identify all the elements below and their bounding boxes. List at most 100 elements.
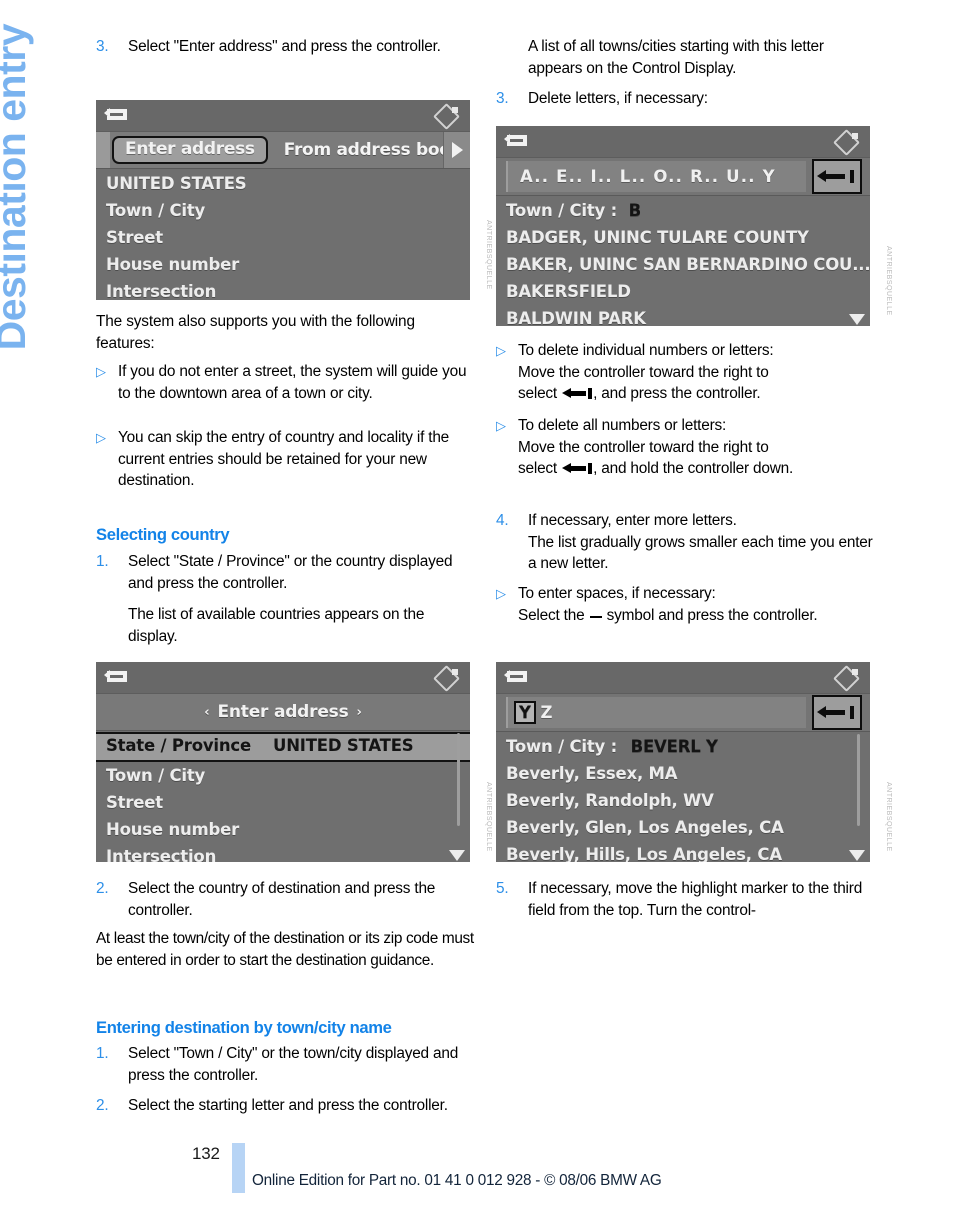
backspace-icon[interactable] — [812, 695, 862, 730]
entry-value: BEVERL Y — [630, 737, 718, 756]
list-item: ▷ To delete all numbers or letters: Move… — [496, 415, 876, 480]
remaining-letters[interactable]: Z — [540, 703, 552, 722]
list-item[interactable]: BALDWIN PARK — [496, 305, 870, 326]
bullet-line-1: To delete all numbers or letters: — [518, 417, 727, 434]
list-item: 1. Select "Town / City" or the town/city… — [96, 1043, 476, 1086]
idrive-cursor-icon — [433, 665, 460, 692]
list-item[interactable]: Town / City — [96, 197, 470, 224]
chevron-left-icon[interactable]: ‹ — [204, 705, 209, 720]
scrollbar[interactable] — [854, 734, 866, 862]
chapter-title: Destination entry — [0, 24, 34, 351]
idrive-screenshot-enter-address: Enter address From address book UNITED S… — [96, 100, 470, 300]
list-item: 1. Select "State / Province" or the coun… — [96, 551, 476, 594]
bullet-line-2-pre: Select the — [518, 606, 589, 624]
page-number: 132 — [192, 1144, 220, 1163]
list-item[interactable]: UNITED STATES — [96, 170, 470, 197]
list-item: ▷ To enter spaces, if necessary: Select … — [496, 583, 876, 626]
step-number: 4. — [496, 512, 509, 529]
list-item[interactable]: Intersection — [96, 843, 470, 862]
list-item[interactable]: Street — [96, 224, 470, 251]
triangle-bullet-icon: ▷ — [96, 430, 106, 445]
list-item[interactable]: Beverly, Randolph, WV — [496, 787, 870, 814]
note-paragraph: At least the town/city of the destinatio… — [96, 930, 474, 969]
idrive-screenshot-letter-list: A.. E.. I.. L.. O.. R.. U.. Y Town / Cit… — [496, 126, 870, 326]
list-item[interactable]: House number — [96, 251, 470, 278]
bullet-text: You can skip the entry of country and lo… — [118, 429, 450, 489]
list-item[interactable]: House number — [96, 816, 470, 843]
menu-list: UNITED STATES Town / City Street House n… — [96, 169, 470, 300]
step-body-text: The list gradually grows smaller each ti… — [528, 533, 873, 573]
scrollbar[interactable] — [454, 733, 466, 862]
entry-field[interactable]: Town / City : BEVERL Y — [496, 733, 870, 760]
list-item: 2. Select the starting letter and press … — [96, 1095, 476, 1117]
image-watermark: ANTRIEBSQUELLE — [485, 782, 492, 852]
section-heading-selecting-country: Selecting country — [96, 525, 230, 544]
triangle-down-icon[interactable] — [849, 314, 865, 325]
list-item[interactable]: BAKER, UNINC SAN BERNARDINO COU... — [496, 251, 870, 278]
list-item[interactable]: Beverly, Essex, MA — [496, 760, 870, 787]
list-item[interactable]: Street — [96, 789, 470, 816]
list-item-highlighted[interactable]: State / Province UNITED STATES — [96, 732, 470, 762]
step-number: 3. — [96, 38, 109, 55]
image-watermark: ANTRIEBSQUELLE — [885, 782, 892, 852]
section-heading-entering-destination: Entering destination by town/city name — [96, 1018, 392, 1037]
list-item[interactable]: BADGER, UNINC TULARE COUNTY — [496, 224, 870, 251]
list-item[interactable]: Town / City — [96, 762, 470, 789]
list-item: 3. Select "Enter address" and press the … — [96, 36, 476, 58]
step-line-1: If necessary, enter more letters. — [528, 512, 737, 529]
status-bar — [496, 126, 870, 158]
list-item[interactable]: Beverly, Hills, Los Angeles, CA — [496, 841, 870, 862]
alphabet-letters[interactable]: YZ — [506, 697, 806, 728]
tab-row: Enter address From address book — [96, 132, 470, 169]
screen-title-row: ‹ Enter address › — [96, 694, 470, 731]
tab-from-address-book[interactable]: From address book — [284, 140, 462, 160]
triangle-down-icon[interactable] — [849, 850, 865, 861]
bullet-text: If you do not enter a street, the system… — [118, 363, 467, 402]
step-text: If necessary, move the highlight marker … — [528, 880, 863, 919]
page-footer: 132 Online Edition for Part no. 01 41 0 … — [0, 1143, 954, 1213]
image-watermark: ANTRIEBSQUELLE — [485, 220, 492, 290]
triangle-down-icon[interactable] — [449, 850, 465, 861]
step-text: Select "Town / City" or the town/city di… — [128, 1045, 459, 1084]
triangle-bullet-icon: ▷ — [96, 364, 106, 379]
step-number: 1. — [96, 1045, 109, 1062]
back-arrow-icon — [504, 132, 530, 150]
backspace-icon[interactable] — [812, 159, 862, 194]
selected-letter[interactable]: Y — [514, 701, 537, 724]
tab-enter-address[interactable]: Enter address — [112, 136, 268, 164]
row-value: UNITED STATES — [273, 736, 414, 755]
idrive-screenshot-state-province: ‹ Enter address › State / Province UNITED… — [96, 662, 470, 862]
back-arrow-icon — [104, 106, 130, 124]
bullet-line-1: To delete individual numbers or letters: — [518, 342, 774, 359]
list-item: 3. Delete letters, if necessary: — [496, 88, 876, 110]
underscore-symbol-icon — [589, 615, 602, 618]
menu-list: State / Province UNITED STATES Town / Cit… — [96, 731, 470, 862]
step-text: Select "State / Province" or the country… — [128, 553, 453, 592]
bullet-text: To delete all numbers or letters: Move t… — [518, 415, 876, 480]
alphabet-letters[interactable]: A.. E.. I.. L.. O.. R.. U.. Y — [506, 161, 806, 192]
results-list: Town / City : B BADGER, UNINC TULARE COU… — [496, 196, 870, 326]
list-item[interactable]: Intersection — [96, 278, 470, 300]
footer-accent-bar — [232, 1143, 245, 1193]
bullet-line-3-pre: select — [518, 385, 562, 402]
status-bar — [496, 662, 870, 694]
triangle-bullet-icon: ▷ — [496, 418, 506, 433]
triangle-right-icon[interactable] — [443, 132, 470, 168]
list-item: 5. If necessary, move the highlight mark… — [496, 878, 876, 921]
back-arrow-icon — [504, 668, 530, 686]
list-item[interactable]: Beverly, Glen, Los Angeles, CA — [496, 814, 870, 841]
status-bar — [96, 662, 470, 694]
chevron-right-icon[interactable]: › — [357, 705, 362, 720]
bullet-line-1: To enter spaces, if necessary: — [518, 585, 716, 602]
step-number: 2. — [96, 1097, 109, 1114]
list-item[interactable]: BAKERSFIELD — [496, 278, 870, 305]
intro-paragraph: The system also supports you with the fo… — [96, 313, 415, 352]
bullet-line-2: Move the controller toward the right to — [518, 438, 769, 456]
list-item: 2. Select the country of destination and… — [96, 878, 476, 921]
entry-field[interactable]: Town / City : B — [496, 197, 870, 224]
backspace-icon — [562, 388, 593, 399]
idrive-screenshot-beverly-list: YZ Town / City : BEVERL Y Beverly, Essex… — [496, 662, 870, 862]
step-number: 1. — [96, 553, 109, 570]
bullet-line-3-post: , and hold the controller down. — [593, 460, 794, 477]
list-item: ▷ To delete individual numbers or letter… — [496, 340, 876, 405]
